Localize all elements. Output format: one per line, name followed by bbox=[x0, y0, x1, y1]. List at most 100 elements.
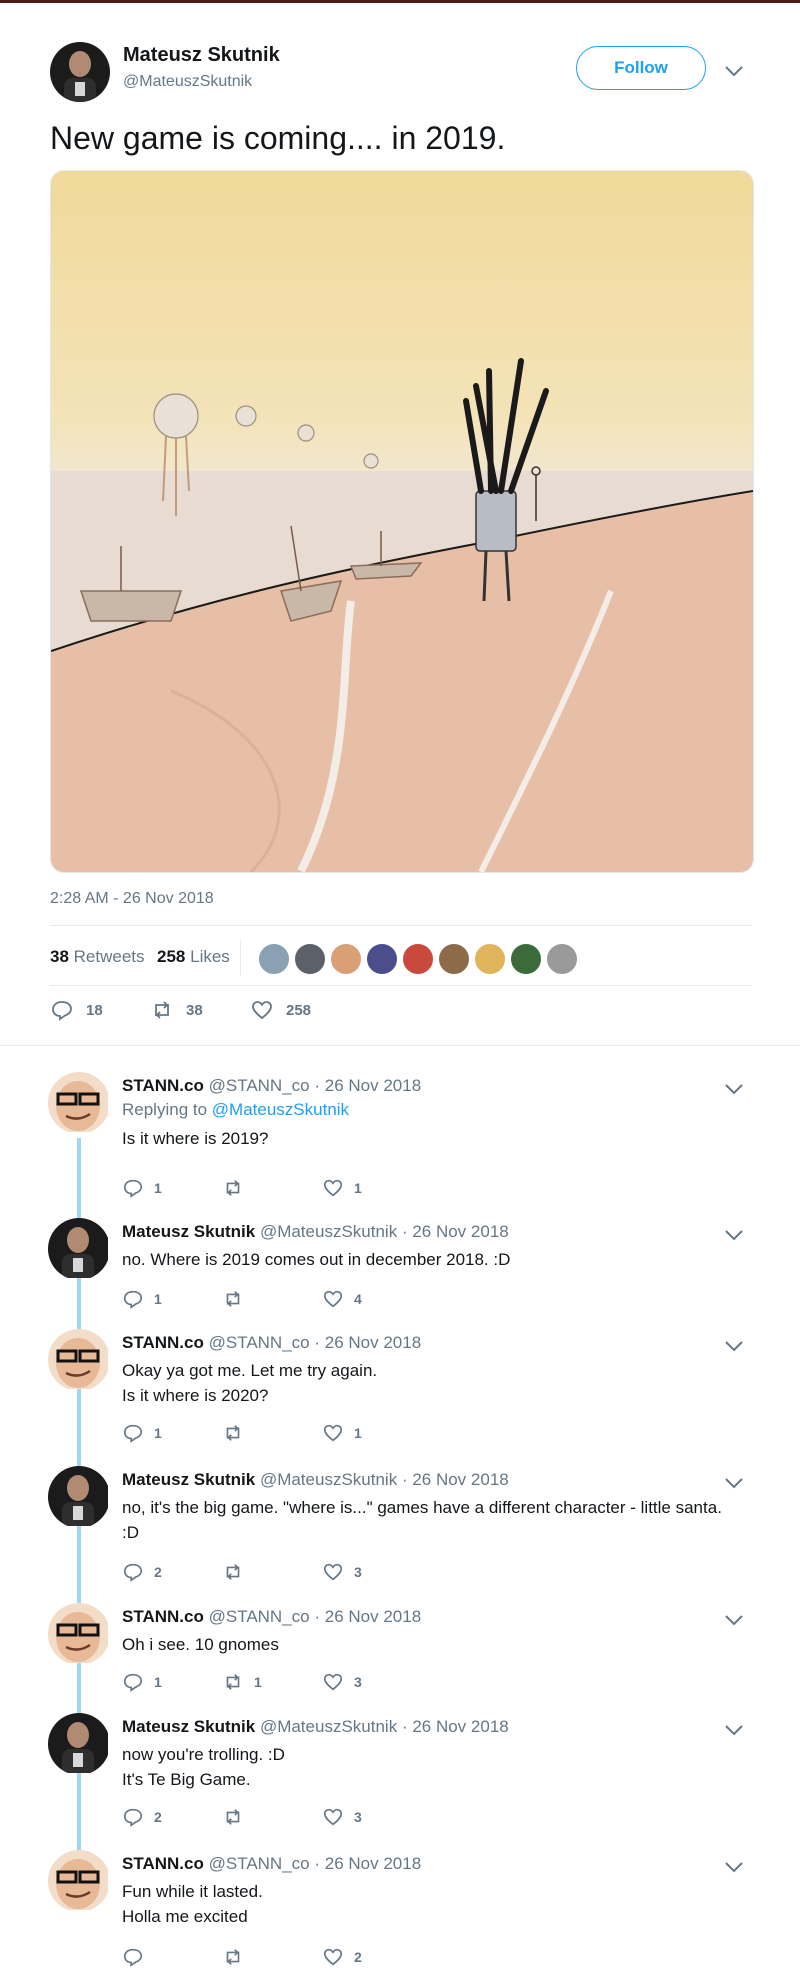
author-avatar[interactable] bbox=[50, 42, 110, 102]
reply-text: Fun while it lasted. Holla me excited bbox=[122, 1882, 263, 1926]
reply-author-handle[interactable]: @STANN_co bbox=[209, 1076, 310, 1095]
reply-author-name[interactable]: Mateusz Skutnik bbox=[122, 1222, 255, 1241]
reply-header: STANN.co @STANN_co · 26 Nov 2018 bbox=[122, 1076, 421, 1096]
tweet-timestamp[interactable]: 2:28 AM - 26 Nov 2018 bbox=[50, 890, 214, 908]
reply-count: 1 bbox=[154, 1291, 162, 1307]
like-action[interactable]: 1 bbox=[322, 1422, 422, 1444]
chevron-down-icon[interactable] bbox=[723, 1082, 745, 1096]
tweet-text: New game is coming.... in 2019. bbox=[50, 120, 506, 156]
author-handle[interactable]: @MateuszSkutnik bbox=[123, 73, 252, 91]
reply-text: Oh i see. 10 gnomes bbox=[122, 1635, 279, 1654]
retweet-icon bbox=[226, 1564, 240, 1580]
like-action[interactable]: 258 bbox=[250, 998, 311, 1022]
liker-avatar[interactable] bbox=[509, 942, 543, 976]
liker-avatar[interactable] bbox=[329, 942, 363, 976]
reply-date[interactable]: · 26 Nov 2018 bbox=[314, 1076, 421, 1095]
reply-action[interactable]: 2 bbox=[122, 1561, 222, 1583]
liker-avatar[interactable] bbox=[293, 942, 327, 976]
reply-date[interactable]: · 26 Nov 2018 bbox=[314, 1854, 421, 1873]
reply-author-name[interactable]: Mateusz Skutnik bbox=[122, 1717, 255, 1736]
liker-avatar[interactable] bbox=[365, 942, 399, 976]
retweet-icon bbox=[226, 1180, 240, 1196]
likes-stat[interactable]: 258 Likes bbox=[157, 947, 230, 967]
reply-actions: 14 bbox=[122, 1288, 422, 1310]
reply-author-name[interactable]: STANN.co bbox=[122, 1076, 204, 1095]
like-action[interactable]: 4 bbox=[322, 1288, 422, 1310]
reply-date[interactable]: · 26 Nov 2018 bbox=[314, 1333, 421, 1352]
reply-author-handle[interactable]: @MateuszSkutnik bbox=[260, 1717, 397, 1736]
reply-icon bbox=[123, 1563, 143, 1582]
like-action[interactable]: 1 bbox=[322, 1177, 422, 1199]
retweet-action[interactable] bbox=[222, 1806, 322, 1828]
retweet-action[interactable]: 38 bbox=[150, 998, 203, 1022]
retweet-count: 1 bbox=[254, 1674, 262, 1690]
reply-author-handle[interactable]: @MateuszSkutnik bbox=[260, 1222, 397, 1241]
chevron-down-icon[interactable] bbox=[723, 1613, 745, 1627]
replying-to-link[interactable]: @MateuszSkutnik bbox=[212, 1100, 349, 1119]
reply-avatar[interactable] bbox=[48, 1329, 110, 1391]
retweet-action[interactable] bbox=[222, 1561, 322, 1583]
reply-header: Mateusz Skutnik @MateuszSkutnik · 26 Nov… bbox=[122, 1717, 509, 1737]
reply-author-name[interactable]: Mateusz Skutnik bbox=[122, 1470, 255, 1489]
like-count: 258 bbox=[286, 1001, 312, 1019]
reply-author-name[interactable]: STANN.co bbox=[122, 1607, 204, 1626]
liker-avatar[interactable] bbox=[473, 942, 507, 976]
tweet-image[interactable] bbox=[50, 170, 754, 873]
reply-avatar[interactable] bbox=[48, 1713, 110, 1775]
like-action[interactable]: 3 bbox=[322, 1561, 422, 1583]
chevron-down-icon[interactable] bbox=[723, 1228, 745, 1242]
reply-action[interactable]: 1 bbox=[122, 1177, 222, 1199]
chevron-down-icon[interactable] bbox=[723, 1723, 745, 1737]
reply-action[interactable]: 18 bbox=[50, 998, 103, 1022]
liker-avatar[interactable] bbox=[437, 942, 471, 976]
reply-actions: 1 1 3 bbox=[122, 1671, 422, 1693]
reply-icon bbox=[123, 1948, 143, 1967]
retweets-stat[interactable]: 38 Retweets bbox=[50, 947, 145, 967]
chevron-down-icon[interactable] bbox=[723, 1339, 745, 1353]
reply-icon bbox=[123, 1673, 143, 1692]
liker-avatar[interactable] bbox=[545, 942, 579, 976]
chevron-down-icon[interactable] bbox=[723, 1476, 745, 1490]
follow-button[interactable]: Follow bbox=[576, 46, 706, 90]
chevron-down-icon[interactable] bbox=[723, 64, 745, 78]
reply-author-handle[interactable]: @STANN_co bbox=[209, 1607, 310, 1626]
liker-avatar[interactable] bbox=[257, 942, 291, 976]
like-action[interactable]: 3 bbox=[322, 1671, 422, 1693]
like-action[interactable]: 2 bbox=[322, 1946, 422, 1968]
reply-date[interactable]: · 26 Nov 2018 bbox=[402, 1717, 509, 1736]
retweet-count: 38 bbox=[186, 1001, 203, 1019]
reply-icon bbox=[52, 1001, 72, 1021]
stats-separator bbox=[240, 940, 241, 976]
reply-count: 18 bbox=[86, 1001, 103, 1019]
retweet-action[interactable] bbox=[222, 1177, 322, 1199]
retweet-action[interactable] bbox=[222, 1422, 322, 1444]
reply-action[interactable]: 1 bbox=[122, 1288, 222, 1310]
reply-action[interactable]: 1 bbox=[122, 1671, 222, 1693]
liker-avatar[interactable] bbox=[401, 942, 435, 976]
reply-action[interactable]: 1 bbox=[122, 1422, 222, 1444]
chevron-down-icon[interactable] bbox=[723, 1860, 745, 1874]
reply-author-handle[interactable]: @MateuszSkutnik bbox=[260, 1470, 397, 1489]
like-action[interactable]: 3 bbox=[322, 1806, 422, 1828]
reply-avatar[interactable] bbox=[48, 1850, 110, 1912]
reply-author-name[interactable]: STANN.co bbox=[122, 1333, 204, 1352]
reply-date[interactable]: · 26 Nov 2018 bbox=[402, 1222, 509, 1241]
retweet-action[interactable] bbox=[222, 1288, 322, 1310]
reply-author-handle[interactable]: @STANN_co bbox=[209, 1333, 310, 1352]
author-name[interactable]: Mateusz Skutnik bbox=[123, 44, 280, 67]
reply-count: 1 bbox=[154, 1425, 162, 1441]
reply-date[interactable]: · 26 Nov 2018 bbox=[314, 1607, 421, 1626]
reply-avatar[interactable] bbox=[48, 1466, 110, 1528]
reply-date[interactable]: · 26 Nov 2018 bbox=[402, 1470, 509, 1489]
reply-avatar[interactable] bbox=[48, 1072, 110, 1134]
reply-avatar[interactable] bbox=[48, 1218, 110, 1280]
retweet-action[interactable]: 1 bbox=[222, 1671, 322, 1693]
reply-author-name[interactable]: STANN.co bbox=[122, 1854, 204, 1873]
reply-action[interactable]: 2 bbox=[122, 1806, 222, 1828]
reply-avatar[interactable] bbox=[48, 1603, 110, 1665]
replying-to: Replying to @MateuszSkutnik bbox=[122, 1100, 349, 1120]
reply-author-handle[interactable]: @STANN_co bbox=[209, 1854, 310, 1873]
reply-action[interactable] bbox=[122, 1946, 222, 1968]
retweet-action[interactable] bbox=[222, 1946, 322, 1968]
reply-count: 1 bbox=[154, 1180, 162, 1196]
